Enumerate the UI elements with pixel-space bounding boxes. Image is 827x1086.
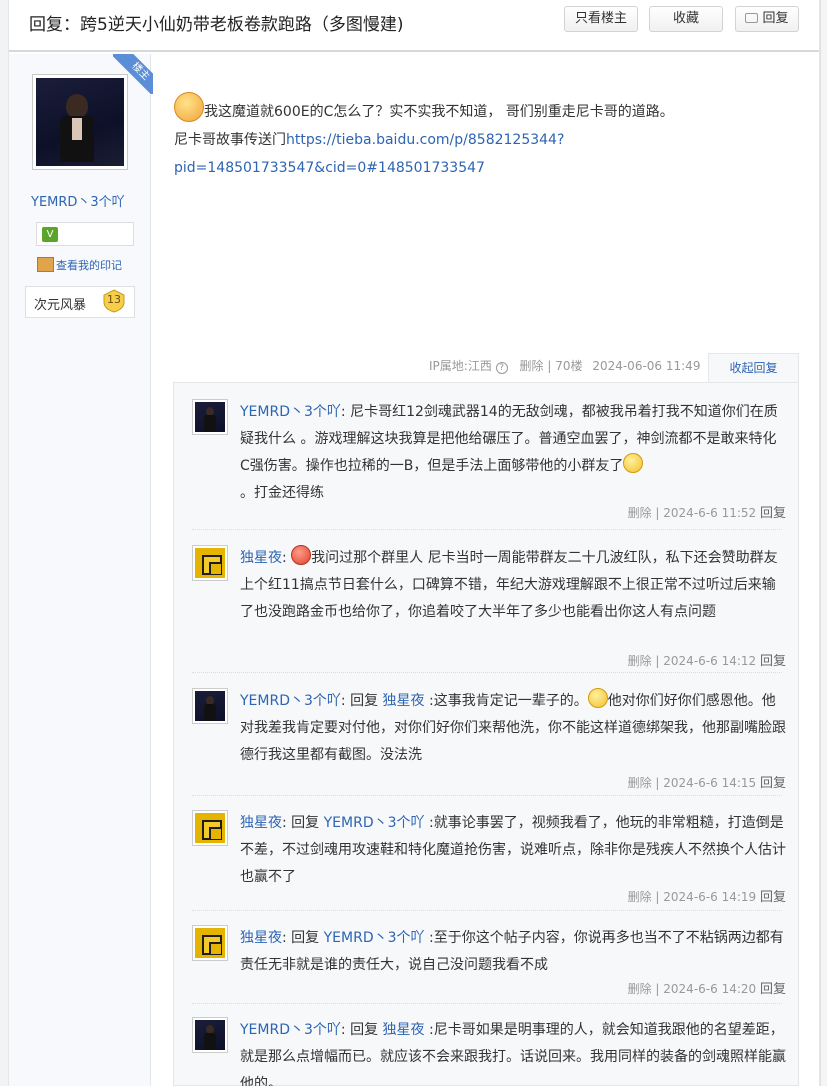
level-name: 次元风暴 [34, 298, 87, 313]
comment-reply-link[interactable]: 回复 [760, 654, 786, 669]
level-badge-icon: 13 [102, 289, 126, 313]
comment-delete-time[interactable]: 删除 | 2024-6-6 14:12 [628, 654, 757, 668]
comment-avatar[interactable] [192, 545, 228, 581]
comment-meta: 删除 | 2024-6-6 14:12 回复 [628, 650, 786, 669]
post-line-2: 尼卡哥故事传送门https://tieba.baidu.com/p/858212… [174, 132, 565, 176]
comment-text: YEMRD丶3个吖: 尼卡哥红12剑魂武器14的无敌剑魂，都被我吊着打我不知道你… [240, 404, 778, 501]
book-icon [37, 257, 54, 272]
comment-text: YEMRD丶3个吖: 回复 独星夜 :尼卡哥如果是明事理的人，就会知道我跟他的名… [240, 1022, 786, 1086]
comment-text: 独星夜: 我问过那个群里人 尼卡当时一周能带群友二十几波红队，私下还会赞助群友上… [240, 545, 786, 626]
comment-meta: 删除 | 2024-6-6 14:20 回复 [628, 978, 786, 997]
comment-avatar[interactable] [192, 925, 228, 961]
avatar-image [36, 78, 124, 166]
post-time: 2024-06-06 11:49 [592, 359, 701, 373]
thread-title: 回复：跨5逆天小仙奶带老板卷款跑路（多图慢建) [29, 15, 404, 35]
post-content: 我这魔道就600E的C怎么了？实不实我不知道， 哥们别重走尼卡哥的道路。 尼卡哥… [174, 92, 774, 182]
sweat-face-icon [623, 453, 644, 473]
my-mark-link[interactable]: 查看我的印记 [37, 257, 122, 273]
comment-delete-time[interactable]: 删除 | 2024-6-6 14:19 [628, 890, 757, 904]
post-meta: IP属地:江西 ? 删除 | 70楼 2024-06-06 11:49 [429, 359, 701, 374]
author-name[interactable]: YEMRD丶3个吖 [31, 191, 125, 210]
comment-user[interactable]: 独星夜 [240, 930, 282, 946]
comment-text: YEMRD丶3个吖: 回复 独星夜 :这事我肯定记一辈子的。 他对你们好你们感恩他… [240, 688, 786, 769]
comment-meta: 删除 | 2024-6-6 14:15 回复 [628, 772, 786, 791]
comment-user[interactable]: 独星夜 [240, 815, 282, 831]
comment-list: YEMRD丶3个吖: 尼卡哥红12剑魂武器14的无敌剑魂，都被我吊着打我不知道你… [173, 382, 799, 1086]
thread-header: 回复：跨5逆天小仙奶带老板卷款跑路（多图慢建) 只看楼主 收藏 回复 [9, 0, 819, 52]
smile-face-icon [587, 688, 608, 708]
list-item: 独星夜: 回复 YEMRD丶3个吖 :就事论事罢了，视频我看了，他玩的非常粗糙，… [192, 810, 786, 910]
reply-button[interactable]: 回复 [735, 6, 799, 32]
level-number: 13 [107, 293, 121, 306]
favorite-button[interactable]: 收藏 [649, 6, 723, 32]
list-item: 独星夜: 回复 YEMRD丶3个吖 :至于你这个帖子内容，你说再多也当不了不粘锅… [192, 925, 786, 1005]
author-panel: 楼主 YEMRD丶3个吖 V 查看我的印记 次元风暴 13 [9, 54, 153, 1086]
vip-badge-icon[interactable]: V [42, 227, 58, 242]
comment-text: 独星夜: 回复 YEMRD丶3个吖 :至于你这个帖子内容，你说再多也当不了不粘锅… [240, 930, 784, 973]
comment-delete-time[interactable]: 删除 | 2024-6-6 11:52 [628, 506, 757, 520]
page-scroll-edge [820, 0, 827, 1086]
comment-delete-time[interactable]: 删除 | 2024-6-6 14:20 [628, 982, 757, 996]
comment-user[interactable]: YEMRD丶3个吖 [240, 693, 341, 709]
reply-target-user[interactable]: 独星夜 [383, 1022, 425, 1038]
reply-target-user[interactable]: YEMRD丶3个吖 [324, 815, 425, 831]
list-item: YEMRD丶3个吖: 回复 独星夜 :这事我肯定记一辈子的。 他对你们好你们感恩他… [192, 688, 786, 791]
comment-avatar[interactable] [192, 1017, 228, 1053]
list-item: YEMRD丶3个吖: 回复 独星夜 :尼卡哥如果是明事理的人，就会知道我跟他的名… [192, 1017, 786, 1086]
comment-meta: 删除 | 2024-6-6 11:52 回复 [628, 502, 786, 521]
post-line-1: 我这魔道就600E的C怎么了？实不实我不知道， 哥们别重走尼卡哥的道路。 [174, 92, 774, 126]
collapse-replies-button[interactable]: 收起回复 [708, 353, 799, 383]
comment-reply-link[interactable]: 回复 [760, 890, 786, 905]
delete-link[interactable]: 删除 [519, 359, 543, 373]
floor-number: 70楼 [555, 359, 583, 373]
reply-button-label: 回复 [762, 11, 789, 26]
author-avatar[interactable] [32, 74, 128, 170]
comment-avatar[interactable] [192, 399, 228, 435]
author-badge-box: V [36, 222, 134, 246]
comment-user[interactable]: 独星夜 [240, 550, 282, 566]
angry-face-icon [291, 545, 312, 565]
list-item: 独星夜: 我问过那个群里人 尼卡当时一周能带群友二十几波红队，私下还会赞助群友上… [192, 545, 786, 675]
post-page: 回复：跨5逆天小仙奶带老板卷款跑路（多图慢建) 只看楼主 收藏 回复 楼主 YE… [8, 0, 820, 1086]
reply-target-user[interactable]: YEMRD丶3个吖 [324, 930, 425, 946]
question-icon[interactable]: ? [495, 362, 508, 374]
comment-avatar[interactable] [192, 810, 228, 846]
ip-location: IP属地:江西 [429, 359, 492, 373]
comment-reply-link[interactable]: 回复 [760, 506, 786, 521]
comment-user[interactable]: YEMRD丶3个吖 [240, 404, 341, 420]
comment-text: 独星夜: 回复 YEMRD丶3个吖 :就事论事罢了，视频我看了，他玩的非常粗糙，… [240, 815, 786, 885]
laughing-face-icon [174, 92, 204, 122]
comment-reply-link[interactable]: 回复 [760, 982, 786, 997]
reply-icon [745, 13, 759, 23]
comment-delete-time[interactable]: 删除 | 2024-6-6 14:15 [628, 776, 757, 790]
comment-user[interactable]: YEMRD丶3个吖 [240, 1022, 341, 1038]
level-box[interactable]: 次元风暴 13 [25, 286, 135, 318]
reply-target-user[interactable]: 独星夜 [383, 693, 425, 709]
comment-meta: 删除 | 2024-6-6 14:19 回复 [628, 886, 786, 905]
only-lz-button[interactable]: 只看楼主 [564, 6, 638, 32]
comment-avatar[interactable] [192, 688, 228, 724]
my-mark-label: 查看我的印记 [56, 259, 122, 272]
list-item: YEMRD丶3个吖: 尼卡哥红12剑魂武器14的无敌剑魂，都被我吊着打我不知道你… [192, 399, 786, 524]
comment-reply-link[interactable]: 回复 [760, 776, 786, 791]
